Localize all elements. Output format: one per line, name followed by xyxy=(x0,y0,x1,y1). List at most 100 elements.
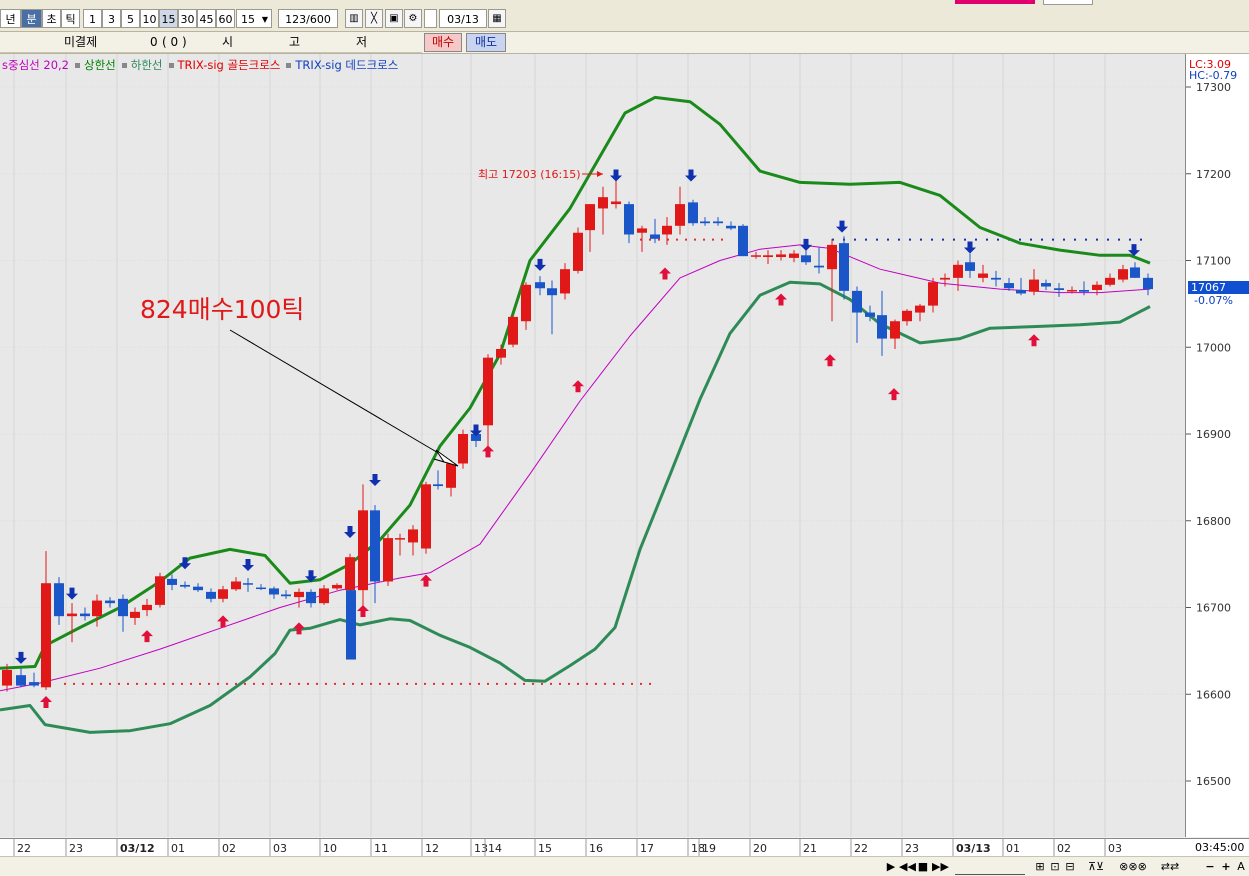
annotation-arrow-line xyxy=(229,329,441,455)
sell-signal-arrow-icon xyxy=(66,587,78,600)
price-tick-label: 16800 xyxy=(1196,515,1231,528)
line-tool-icon[interactable]: ╳ xyxy=(365,9,383,28)
candle-body xyxy=(827,244,837,270)
crosshair-icon[interactable]: ⊡ xyxy=(1048,859,1062,874)
calendar-icon[interactable]: ▦ xyxy=(488,9,506,28)
font-size-icon[interactable]: A xyxy=(1234,859,1248,874)
high-price-label: 최고 17203 (16:15) xyxy=(478,168,581,181)
candle-body xyxy=(193,586,203,591)
scroll-slider[interactable] xyxy=(955,859,1025,875)
candle-body xyxy=(1067,289,1077,292)
series-line-2 xyxy=(0,280,1151,734)
candle-body xyxy=(231,581,241,590)
legend-item-1: 상한선 xyxy=(84,58,116,72)
candle-body xyxy=(877,315,887,339)
candle-body xyxy=(915,305,925,313)
candle-body xyxy=(953,264,963,278)
candle-body xyxy=(662,225,672,235)
legend-bullet xyxy=(75,62,80,68)
time-tick-label: 19 xyxy=(702,842,716,855)
candle-body xyxy=(1118,269,1128,280)
time-tick-label: 03/13 xyxy=(956,842,991,855)
period-button-2[interactable]: 초 xyxy=(42,9,61,28)
gear-icon[interactable]: ⚙ xyxy=(404,9,422,28)
candle-body xyxy=(624,204,634,235)
interval-value: 15 xyxy=(241,13,255,26)
candle-body xyxy=(560,269,570,294)
candle-body xyxy=(16,675,26,686)
candle-body xyxy=(688,202,698,224)
buy-signal-arrow-icon xyxy=(293,622,305,635)
stop-icon[interactable]: ■ xyxy=(916,859,930,874)
indicator-legend: s중심선 20,2 상한선 하한선 TRIX-sig 골든크로스 TRIX-sig 데드… xyxy=(2,57,404,73)
candle-body xyxy=(965,262,975,271)
chart-plot-area[interactable]: 824매수100틱 최고 17203 (16:15) xyxy=(0,54,1185,837)
candle-body xyxy=(637,228,647,233)
interval-button-1[interactable]: 1 xyxy=(83,9,102,28)
candle-body xyxy=(585,204,595,231)
interval-button-10[interactable]: 10 xyxy=(140,9,159,28)
candle-body xyxy=(167,578,177,585)
unsettled-label: 미결제 xyxy=(64,35,98,49)
price-axis-svg: 17300 17200 17100 17000 16900 16800 16700 16600… xyxy=(1186,81,1231,788)
candle-body xyxy=(776,254,786,258)
play-icon[interactable]: ▶ xyxy=(884,859,898,874)
settings-icon[interactable]: ⊗⊗⊗ xyxy=(1113,859,1153,874)
chevron-down-icon: ▼ xyxy=(261,15,268,24)
candle-body xyxy=(346,590,356,660)
candle-body xyxy=(332,584,342,589)
candle-body xyxy=(433,484,443,487)
candle-body xyxy=(1079,289,1089,292)
interval-button-15[interactable]: 15 xyxy=(159,9,178,28)
buy-button[interactable]: 매수 xyxy=(424,33,462,52)
grid-icon[interactable]: ⊟ xyxy=(1063,859,1077,874)
period-button-3[interactable]: 틱 xyxy=(61,9,80,28)
high-label: 고 xyxy=(289,35,301,49)
candle-body xyxy=(1029,279,1039,292)
sell-signal-arrow-icon xyxy=(836,220,848,233)
time-tick-label: 22 xyxy=(854,842,868,855)
legend-item-0: s중심선 20,2 xyxy=(2,58,69,72)
candle-body xyxy=(978,273,988,278)
candle-type-icon[interactable]: ▥ xyxy=(345,9,363,28)
info-divider xyxy=(0,52,422,53)
interval-button-3[interactable]: 3 xyxy=(102,9,121,28)
candle-body xyxy=(294,591,304,598)
candle-body xyxy=(1041,283,1051,287)
candle-body xyxy=(319,588,329,604)
candle-body xyxy=(383,538,393,582)
candle-body xyxy=(789,253,799,258)
forward-icon[interactable]: ▶▶ xyxy=(932,859,949,874)
period-button-1[interactable]: 분 xyxy=(21,9,42,28)
date-checkbox[interactable] xyxy=(424,9,437,28)
candle-body xyxy=(180,584,190,587)
zoom-in-icon[interactable]: + xyxy=(1219,859,1233,874)
rewind-icon[interactable]: ◀◀ xyxy=(899,859,916,874)
time-tick-label: 10 xyxy=(323,842,337,855)
candle-body xyxy=(940,277,950,280)
status-indicator xyxy=(955,0,1035,4)
sell-signal-arrow-icon xyxy=(685,169,697,182)
period-button-0[interactable]: 년 xyxy=(0,9,21,28)
save-icon[interactable]: ▣ xyxy=(385,9,403,28)
sell-button[interactable]: 매도 xyxy=(466,33,506,52)
interval-button-5[interactable]: 5 xyxy=(121,9,140,28)
interval-select[interactable]: 15 ▼ xyxy=(236,9,272,28)
chart-toolbar: 년분초틱 1 3 5 10 15 30 45 60 15 ▼ 123/600 ▥ ╳ ▣ ⚙ 0… xyxy=(0,0,1249,32)
interval-button-30[interactable]: 30 xyxy=(178,9,197,28)
buy-signal-arrow-icon xyxy=(659,267,671,280)
compare-icon[interactable]: ⊼⊻ xyxy=(1082,859,1110,874)
price-tick-label: 17200 xyxy=(1196,168,1231,181)
interval-button-60[interactable]: 60 xyxy=(216,9,235,28)
interval-button-45[interactable]: 45 xyxy=(197,9,216,28)
candle-body xyxy=(483,357,493,426)
zoom-icon[interactable]: ⊞ xyxy=(1033,859,1047,874)
zoom-out-icon[interactable]: − xyxy=(1203,859,1217,874)
count-field[interactable]: 123/600 xyxy=(278,9,338,28)
link-icon[interactable]: ⇄⇄ xyxy=(1155,859,1185,874)
current-change: -0.07% xyxy=(1194,294,1233,307)
unsettled-change: ( 0 ) xyxy=(162,35,187,49)
candle-body xyxy=(142,604,152,611)
date-field[interactable]: 03/13 xyxy=(439,9,487,28)
candle-body xyxy=(928,282,938,306)
